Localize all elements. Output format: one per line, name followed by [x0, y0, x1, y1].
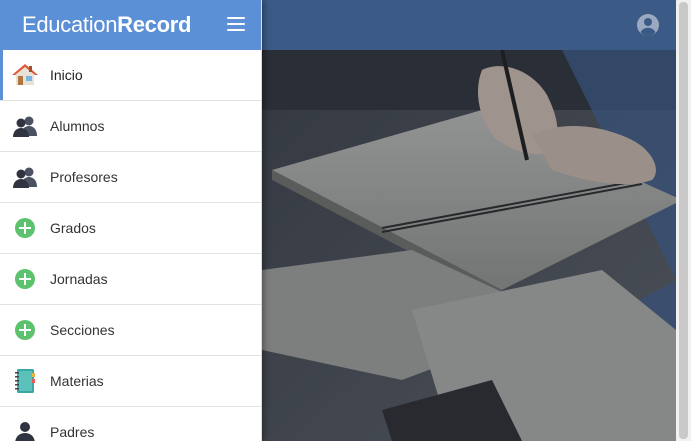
- user-icon: [12, 419, 38, 441]
- page-scrollbar[interactable]: [676, 0, 691, 441]
- sidebar-item-label: Jornadas: [50, 271, 108, 287]
- brand-logo-light: Education: [22, 12, 118, 37]
- sidebar-item-label: Grados: [50, 220, 96, 236]
- brand-logo[interactable]: EducationRecord: [22, 12, 191, 38]
- sidebar-item-grados[interactable]: Grados: [0, 203, 261, 254]
- sidebar: EducationRecord Inicio Alumnos Profesore…: [0, 0, 262, 441]
- user-circle-icon[interactable]: [636, 13, 660, 37]
- sidebar-item-label: Alumnos: [50, 118, 105, 134]
- plus-circle-icon: [12, 215, 38, 241]
- scrollbar-thumb[interactable]: [679, 2, 688, 439]
- sidebar-item-label: Inicio: [50, 67, 83, 83]
- sidebar-item-secciones[interactable]: Secciones: [0, 305, 261, 356]
- sidebar-item-jornadas[interactable]: Jornadas: [0, 254, 261, 305]
- sidebar-item-label: Profesores: [50, 169, 118, 185]
- menu-toggle-icon[interactable]: [227, 17, 245, 31]
- brand-logo-bold: Record: [117, 12, 192, 37]
- sidebar-menu: Inicio Alumnos Profesores Grados Jornada…: [0, 50, 261, 441]
- sidebar-item-label: Materias: [50, 373, 104, 389]
- plus-circle-icon: [12, 266, 38, 292]
- plus-circle-icon: [12, 317, 38, 343]
- sidebar-item-inicio[interactable]: Inicio: [0, 50, 261, 101]
- top-bar: [262, 0, 676, 50]
- sidebar-item-materias[interactable]: Materias: [0, 356, 261, 407]
- notebook-icon: [12, 368, 38, 394]
- brand-bar: EducationRecord: [0, 0, 261, 50]
- users-icon: [12, 164, 38, 190]
- sidebar-item-label: Padres: [50, 424, 95, 440]
- hero-photo: [262, 50, 676, 441]
- sidebar-item-profesores[interactable]: Profesores: [0, 152, 261, 203]
- sidebar-item-padres[interactable]: Padres: [0, 407, 261, 441]
- home-icon: [12, 62, 38, 88]
- sidebar-item-label: Secciones: [50, 322, 115, 338]
- app-window: EducationRecord Inicio Alumnos Profesore…: [0, 0, 691, 441]
- users-icon: [12, 113, 38, 139]
- sidebar-item-alumnos[interactable]: Alumnos: [0, 101, 261, 152]
